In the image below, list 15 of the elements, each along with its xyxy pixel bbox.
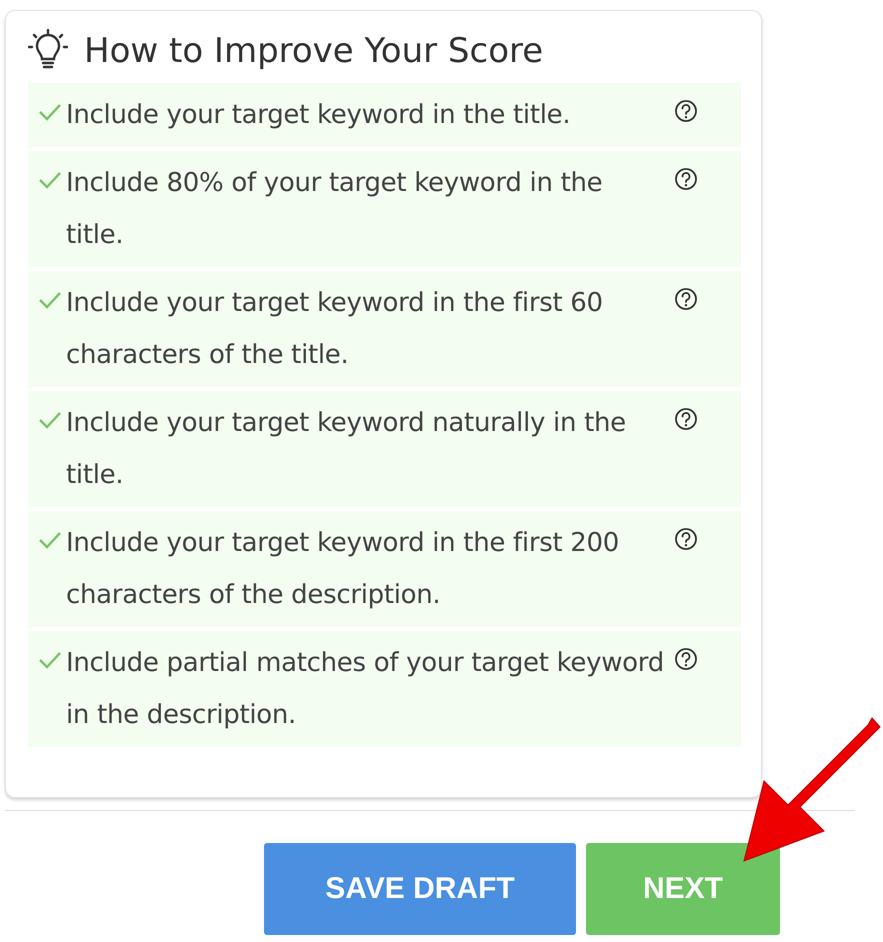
help-icon[interactable] xyxy=(674,527,698,551)
tip-text: Include partial matches of your target keyword in the description. xyxy=(66,647,665,732)
tip-text: Include your target keyword in the first 200 characters of the description. xyxy=(66,527,620,612)
tip-text: Include your target keyword in the first 60 characters of the title. xyxy=(66,287,604,372)
tip-text: Include your target keyword in the title. xyxy=(66,99,572,132)
help-icon[interactable] xyxy=(674,99,698,123)
next-button[interactable]: NEXT xyxy=(586,843,780,935)
help-icon[interactable] xyxy=(674,287,698,311)
save-draft-button[interactable]: SAVE DRAFT xyxy=(264,843,576,935)
panel-title: How to Improve Your Score xyxy=(84,31,544,71)
tip-text: Include your target keyword naturally in the title. xyxy=(66,407,627,492)
tip-text: Include 80% of your target keyword in the title. xyxy=(66,167,604,252)
help-icon[interactable] xyxy=(674,407,698,431)
help-icon[interactable] xyxy=(674,167,698,191)
help-icon[interactable] xyxy=(674,647,698,671)
